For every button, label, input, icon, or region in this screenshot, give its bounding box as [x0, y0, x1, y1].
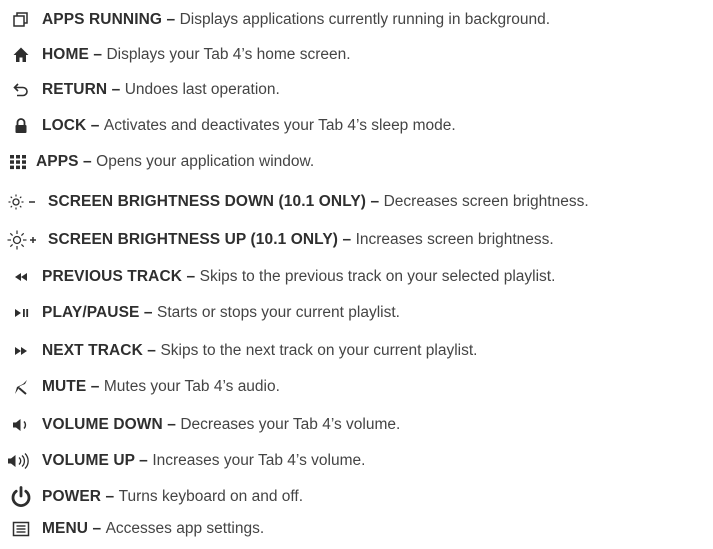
key-separator: –	[86, 378, 104, 395]
key-separator: –	[139, 304, 158, 321]
key-separator: –	[86, 117, 104, 134]
key-row-next-track: NEXT TRACK – Skips to the next track on …	[0, 334, 477, 368]
play-pause-icon	[0, 301, 42, 325]
key-row-brightness-up: SCREEN BRIGHTNESS UP (10.1 ONLY) – Incre…	[0, 223, 554, 257]
key-separator: –	[78, 153, 97, 170]
key-name: NEXT TRACK	[42, 342, 143, 359]
key-row-volume-down: VOLUME DOWN – Decreases your Tab 4’s vol…	[0, 408, 400, 442]
volume-up-icon	[0, 449, 42, 473]
key-description: Skips to the next track on your current …	[160, 342, 478, 359]
key-description: Undoes last operation.	[124, 81, 280, 98]
brightness-down-icon	[0, 190, 48, 214]
key-name: MUTE	[42, 378, 87, 395]
mute-icon	[0, 375, 42, 399]
key-separator: –	[162, 416, 181, 433]
key-description: Opens your application window.	[96, 153, 315, 170]
key-name: APPS	[36, 153, 79, 170]
key-description: Accesses app settings.	[105, 520, 265, 537]
key-separator: –	[101, 488, 119, 505]
key-row-apps: APPS – Opens your application window.	[0, 145, 314, 179]
key-description: Displays applications currently running …	[179, 11, 551, 28]
key-row-menu: MENU – Accesses app settings.	[0, 512, 264, 546]
key-separator: –	[107, 81, 125, 98]
brightness-up-icon	[0, 228, 48, 252]
key-name: SCREEN BRIGHTNESS DOWN (10.1 ONLY)	[48, 193, 367, 210]
key-row-mute: MUTE – Mutes your Tab 4’s audio.	[0, 370, 280, 404]
key-separator: –	[366, 193, 384, 210]
key-separator: –	[88, 520, 106, 537]
volume-down-icon	[0, 413, 42, 437]
key-name: PLAY/PAUSE	[42, 304, 140, 321]
key-description: Activates and deactivates your Tab 4’s s…	[103, 117, 456, 134]
key-description: Mutes your Tab 4’s audio.	[103, 378, 280, 395]
home-icon	[0, 43, 42, 67]
key-row-previous-track: PREVIOUS TRACK – Skips to the previous t…	[0, 260, 555, 294]
previous-track-icon	[0, 265, 42, 289]
menu-icon	[0, 517, 42, 541]
key-separator: –	[162, 11, 180, 28]
key-description: Displays your Tab 4’s home screen.	[106, 46, 351, 63]
key-row-apps-running: APPS RUNNING – Displays applications cur…	[0, 3, 550, 37]
key-row-lock: LOCK – Activates and deactivates your Ta…	[0, 109, 456, 143]
key-name: POWER	[42, 488, 102, 505]
key-name: RETURN	[42, 81, 108, 98]
key-description: Skips to the previous track on your sele…	[199, 268, 556, 285]
key-description: Starts or stops your current playlist.	[157, 304, 400, 321]
key-row-power: POWER – Turns keyboard on and off.	[0, 480, 303, 514]
key-separator: –	[88, 46, 107, 63]
key-row-volume-up: VOLUME UP – Increases your Tab 4’s volum…	[0, 444, 365, 478]
power-icon	[0, 485, 42, 509]
lock-icon	[0, 114, 42, 138]
key-description: Turns keyboard on and off.	[118, 488, 304, 505]
key-description: Increases your Tab 4’s volume.	[152, 452, 366, 469]
key-separator: –	[338, 231, 356, 248]
key-name: SCREEN BRIGHTNESS UP (10.1 ONLY)	[48, 231, 339, 248]
key-separator: –	[134, 452, 153, 469]
key-row-brightness-down: SCREEN BRIGHTNESS DOWN (10.1 ONLY) – Dec…	[0, 185, 589, 219]
key-name: APPS RUNNING	[42, 11, 163, 28]
apps-icon	[0, 150, 36, 174]
key-row-play-pause: PLAY/PAUSE – Starts or stops your curren…	[0, 296, 400, 330]
keyboard-key-list: APPS RUNNING – Displays applications cur…	[0, 0, 713, 549]
key-name: PREVIOUS TRACK	[42, 268, 183, 285]
key-name: MENU	[42, 520, 89, 537]
key-name: VOLUME UP	[42, 452, 135, 469]
key-description: Increases screen brightness.	[355, 231, 554, 248]
key-name: VOLUME DOWN	[42, 416, 163, 433]
key-description: Decreases screen brightness.	[383, 193, 589, 210]
apps-running-icon	[0, 8, 42, 32]
key-name: LOCK	[42, 117, 87, 134]
return-icon	[0, 78, 42, 102]
key-separator: –	[182, 268, 200, 285]
next-track-icon	[0, 339, 42, 363]
key-row-home: HOME – Displays your Tab 4’s home screen…	[0, 38, 351, 72]
key-description: Decreases your Tab 4’s volume.	[180, 416, 401, 433]
key-separator: –	[142, 342, 161, 359]
key-row-return: RETURN – Undoes last operation.	[0, 73, 280, 107]
key-name: HOME	[42, 46, 89, 63]
